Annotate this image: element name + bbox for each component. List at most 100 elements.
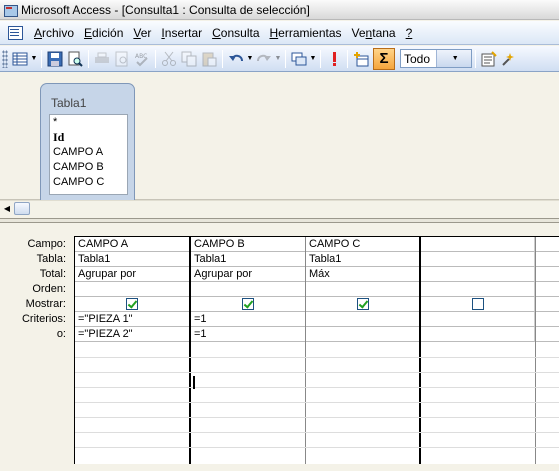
o-cell[interactable]: =1 <box>191 327 306 342</box>
query-design-grid: CAMPO A Tabla1 Agrupar por ="PIEZA 1" ="… <box>74 236 559 464</box>
document-icon[interactable] <box>7 25 23 41</box>
row-label-o: o: <box>56 328 66 340</box>
orden-cell[interactable] <box>306 282 420 297</box>
total-cell[interactable]: Máx <box>306 267 420 282</box>
campo-cell[interactable]: CAMPO B <box>191 237 306 252</box>
cut-icon[interactable] <box>159 49 179 69</box>
tabla-cell[interactable]: Tabla1 <box>75 252 190 267</box>
menu-archivo[interactable]: Archivo <box>29 26 79 40</box>
query-type-dropdown-arrow[interactable]: ▼ <box>309 49 317 69</box>
tabla-cell[interactable] <box>421 252 535 267</box>
field-item-id[interactable]: Id <box>50 130 127 145</box>
spelling-icon[interactable]: ABC <box>132 49 152 69</box>
table-title: Tabla1 <box>51 96 87 110</box>
menu-bar: Archivo Edición Ver Insertar Consulta He… <box>0 21 559 45</box>
menu-herramientas[interactable]: Herramientas <box>265 26 347 40</box>
mostrar-checkbox[interactable] <box>126 298 138 310</box>
criterios-cell[interactable] <box>536 312 559 327</box>
total-cell[interactable] <box>536 267 559 282</box>
scroll-left-icon[interactable]: ◀ <box>0 202 14 216</box>
query-type-icon[interactable] <box>289 49 309 69</box>
mostrar-cell <box>421 297 535 312</box>
menu-consulta[interactable]: Consulta <box>207 26 264 40</box>
mostrar-cell <box>75 297 190 312</box>
campo-cell[interactable]: CAMPO C <box>306 237 420 252</box>
window-title: Microsoft Access - [Consulta1 : Consulta… <box>21 2 310 17</box>
table-pane-scrollbar[interactable]: ◀ <box>0 200 559 216</box>
menu-insertar[interactable]: Insertar <box>156 26 207 40</box>
field-item-all[interactable]: * <box>50 115 127 130</box>
grid-column: CAMPO B Tabla1 Agrupar por =1 =1 <box>191 237 306 464</box>
show-table-icon[interactable] <box>351 49 371 69</box>
mostrar-checkbox[interactable] <box>356 298 369 310</box>
mostrar-checkbox[interactable] <box>471 298 484 310</box>
redo-icon[interactable] <box>254 49 274 69</box>
undo-icon[interactable] <box>226 49 246 69</box>
paste-icon[interactable] <box>199 49 219 69</box>
access-app-icon[interactable] <box>3 3 18 17</box>
field-item-campo-b[interactable]: CAMPO B <box>50 160 127 175</box>
mostrar-cell <box>536 297 559 312</box>
grid-row-labels: Campo: Tabla: Total: Orden: Mostrar: Cri… <box>0 237 68 342</box>
tabla-cell[interactable]: Tabla1 <box>306 252 420 267</box>
tabla-cell[interactable]: Tabla1 <box>191 252 306 267</box>
row-label-criterios: Criterios: <box>21 313 66 325</box>
field-item-campo-c[interactable]: CAMPO C <box>50 175 127 190</box>
run-icon[interactable] <box>324 49 344 69</box>
total-cell[interactable]: Agrupar por <box>191 267 306 282</box>
text-cursor <box>193 376 195 389</box>
copy-icon[interactable] <box>179 49 199 69</box>
scroll-thumb[interactable] <box>14 202 30 215</box>
view-dropdown-arrow[interactable]: ▼ <box>30 49 38 69</box>
menu-ver[interactable]: Ver <box>128 26 156 40</box>
undo-dropdown-arrow[interactable]: ▼ <box>246 49 254 69</box>
campo-cell[interactable] <box>536 237 559 252</box>
properties-icon[interactable] <box>479 49 499 69</box>
view-icon[interactable] <box>10 49 30 69</box>
preview-icon[interactable] <box>112 49 132 69</box>
redo-dropdown-arrow[interactable]: ▼ <box>274 49 282 69</box>
grid-column: CAMPO C Tabla1 Máx <box>306 237 420 464</box>
table-pane: Tabla1 * Id CAMPO A CAMPO B CAMPO C <box>0 73 559 200</box>
o-cell[interactable] <box>306 327 420 342</box>
orden-cell[interactable] <box>421 282 535 297</box>
table-field-list-window[interactable]: Tabla1 * Id CAMPO A CAMPO B CAMPO C <box>40 83 135 200</box>
mostrar-checkbox[interactable] <box>242 298 254 310</box>
mostrar-cell <box>191 297 306 312</box>
field-item-campo-a[interactable]: CAMPO A <box>50 145 127 160</box>
grid-column: CAMPO A Tabla1 Agrupar por ="PIEZA 1" ="… <box>75 237 190 464</box>
row-label-mostrar: Mostrar: <box>25 298 66 310</box>
orden-cell[interactable] <box>75 282 190 297</box>
orden-cell[interactable] <box>191 282 306 297</box>
grid-column <box>536 237 559 464</box>
campo-cell[interactable]: CAMPO A <box>75 237 190 252</box>
criterios-cell[interactable]: ="PIEZA 1" <box>75 312 190 327</box>
print-icon[interactable] <box>92 49 112 69</box>
o-cell[interactable] <box>536 327 559 342</box>
print-preview-search-icon[interactable] <box>65 49 85 69</box>
criterios-cell[interactable] <box>306 312 420 327</box>
toolbar-grip[interactable] <box>2 49 8 68</box>
save-icon[interactable] <box>45 49 65 69</box>
criterios-cell[interactable]: =1 <box>191 312 306 327</box>
orden-cell[interactable] <box>536 282 559 297</box>
campo-cell[interactable] <box>421 237 535 252</box>
row-label-total: Total: <box>39 268 66 280</box>
row-label-orden: Orden: <box>32 283 66 295</box>
o-cell[interactable]: ="PIEZA 2" <box>75 327 190 342</box>
menu-help[interactable]: ? <box>401 26 418 40</box>
chevron-down-icon[interactable]: ▼ <box>435 50 471 67</box>
pane-splitter[interactable] <box>0 218 559 223</box>
tabla-cell[interactable] <box>536 252 559 267</box>
criterios-cell[interactable] <box>421 312 535 327</box>
total-cell[interactable]: Agrupar por <box>75 267 190 282</box>
total-cell[interactable] <box>421 267 535 282</box>
menu-edicion[interactable]: Edición <box>79 26 128 40</box>
totals-icon[interactable]: Σ <box>373 47 395 70</box>
title-bar: Microsoft Access - [Consulta1 : Consulta… <box>0 0 559 20</box>
build-icon[interactable] <box>499 49 519 69</box>
o-cell[interactable] <box>421 327 535 342</box>
row-label-campo: Campo: <box>27 238 66 250</box>
top-values-combo[interactable]: Todo ▼ <box>400 49 472 68</box>
menu-ventana[interactable]: Ventana <box>347 26 401 40</box>
